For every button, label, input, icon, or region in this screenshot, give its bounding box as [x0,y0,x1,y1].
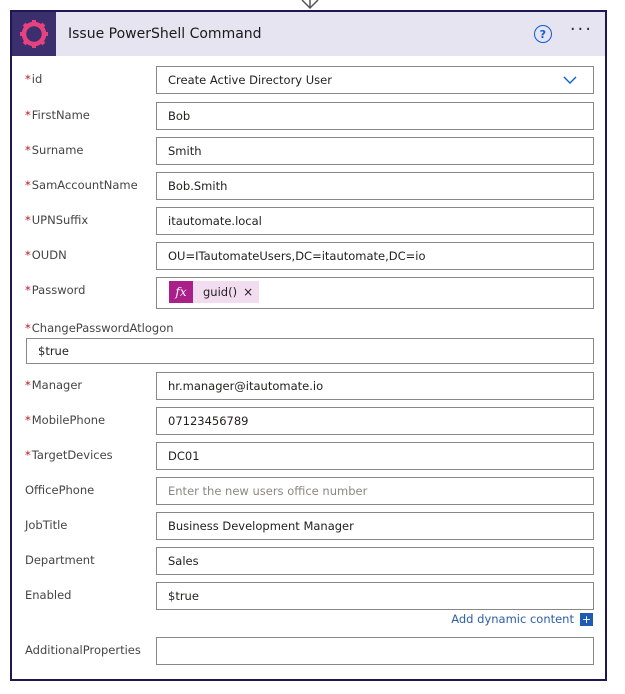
add-dynamic-content-label: Add dynamic content [451,612,574,626]
card-title: Issue PowerShell Command [68,26,262,42]
label-samaccountname: *SamAccountName [25,178,138,192]
enabled-input[interactable] [156,582,594,610]
label-surname: *Surname [25,143,84,157]
label-firstname: *FirstName [25,108,90,122]
row-upnsuffix: *UPNSuffix [12,207,605,239]
row-surname: *Surname [12,137,605,169]
id-dropdown[interactable]: Create Active Directory User [156,66,594,94]
changepassword-input[interactable] [26,338,594,364]
label-enabled: Enabled [25,588,72,602]
department-input[interactable] [156,547,594,575]
officephone-input[interactable] [156,477,594,505]
oudn-input[interactable] [156,242,594,270]
gear-ring-icon [20,20,48,48]
row-changepassword: *ChangePasswordAtlogon [12,316,605,366]
token-text: guid() [203,285,238,299]
targetdevices-input[interactable] [156,442,594,470]
add-dynamic-content-link[interactable]: Add dynamic content + [451,612,593,626]
row-mobilephone: *MobilePhone [12,407,605,439]
row-additionalproperties: AdditionalProperties [12,637,605,669]
label-targetdevices: *TargetDevices [25,448,113,462]
ellipsis-icon[interactable]: ··· [570,21,593,43]
password-expression-field[interactable]: fx guid() × [156,277,594,309]
close-icon[interactable]: × [243,279,253,305]
mobilephone-input[interactable] [156,407,594,435]
label-department: Department [25,553,95,567]
additionalproperties-input[interactable] [156,637,594,665]
plus-icon: + [580,612,593,626]
action-card: Issue PowerShell Command ? ··· *id Creat… [10,10,607,681]
expression-token[interactable]: fx guid() × [169,279,260,305]
row-enabled: Enabled [12,582,605,614]
firstname-input[interactable] [156,102,594,130]
label-mobilephone: *MobilePhone [25,413,106,427]
row-samaccountname: *SamAccountName [12,172,605,204]
connector-logo [12,12,56,56]
id-selected-value: Create Active Directory User [168,73,332,87]
label-oudn: *OUDN [25,248,67,262]
card-header[interactable]: Issue PowerShell Command ? ··· [12,12,605,56]
samaccountname-input[interactable] [156,172,594,200]
label-changepassword: *ChangePasswordAtlogon [25,321,174,335]
row-id: *id Create Active Directory User [12,66,605,98]
jobtitle-input[interactable] [156,512,594,540]
row-password: *Password fx guid() × [12,277,605,309]
row-officephone: OfficePhone [12,477,605,509]
row-oudn: *OUDN [12,242,605,274]
upnsuffix-input[interactable] [156,207,594,235]
label-upnsuffix: *UPNSuffix [25,213,89,227]
label-jobtitle: JobTitle [25,518,68,532]
row-firstname: *FirstName [12,102,605,134]
manager-input[interactable] [156,372,594,400]
label-password: *Password [25,283,86,297]
surname-input[interactable] [156,137,594,165]
chevron-down-icon[interactable] [563,75,577,85]
label-id: *id [25,72,43,86]
function-icon: fx [169,281,193,303]
label-officephone: OfficePhone [25,483,95,497]
label-manager: *Manager [25,378,83,392]
row-manager: *Manager [12,372,605,404]
question-circle-icon[interactable]: ? [533,25,552,43]
row-jobtitle: JobTitle [12,512,605,544]
row-department: Department [12,547,605,579]
row-targetdevices: *TargetDevices [12,442,605,474]
label-additionalproperties: AdditionalProperties [25,643,141,657]
